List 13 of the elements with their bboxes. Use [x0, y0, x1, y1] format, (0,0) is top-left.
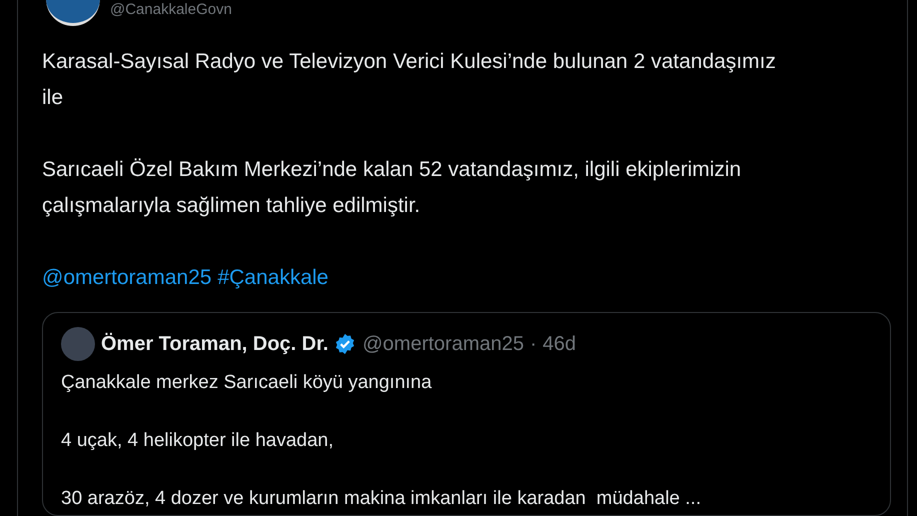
tweet-link[interactable]: #Çanakkale: [218, 260, 328, 296]
user-handle: @omertoraman25: [362, 332, 524, 356]
user-name: Ömer Toraman, Doç. Dr.: [101, 332, 328, 356]
quoted-text: Çanakkale merkez Sarıcaeli köyü yangınına: [61, 371, 433, 395]
tweet-text: Sarıcaeli Özel Bakım Merkezi’nde kalan 52 vatandaşımız, ilgili ekiplerimizin çalışmalarıyla sağlimen tahliye edilmiştir.: [42, 157, 742, 219]
timestamp: 46d: [542, 332, 576, 356]
tweet-link[interactable]: @omertoraman25: [42, 260, 212, 296]
quoted-text: 30 arazöz, 4 dozer ve kurumların makina imkanları ile karadan müdahale ...: [61, 487, 702, 511]
quoted-tweet-card[interactable]: Ömer Toraman, Doç. Dr. @omertoraman25 · 46d Çanakkale merkez Sarıcaeli köyü yangınına 4 uçak, 4 helikopter ile havadan, 30 arazöz, 4 dozer ve kurumların makina imkanları ile karadan müdahale ...: [42, 312, 891, 516]
user-handle: @CanakkaleGovn: [110, 0, 232, 18]
tweet-text: Karasal-Sayısal Radyo ve Televizyon Verici Kulesi’nde bulunan 2 vatandaşımız ile: [42, 49, 777, 111]
quoted-text: 4 uçak, 4 helikopter ile havadan,: [61, 429, 335, 453]
separator: ·: [530, 332, 537, 356]
